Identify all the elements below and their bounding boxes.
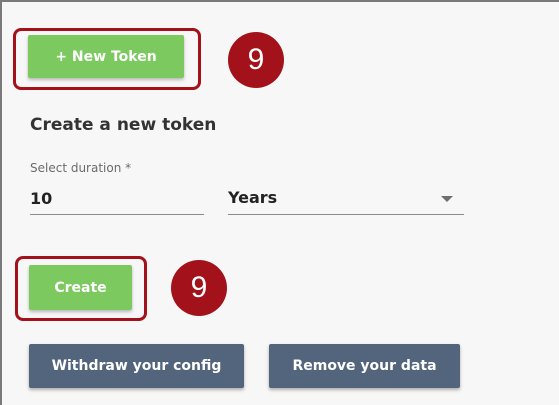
frame-left-border bbox=[0, 0, 2, 405]
remove-data-button[interactable]: Remove your data bbox=[269, 344, 460, 388]
create-token-title: Create a new token bbox=[30, 115, 217, 135]
frame-top-border bbox=[0, 0, 559, 2]
duration-unit-value: Years bbox=[228, 188, 278, 207]
duration-label: Select duration * bbox=[30, 161, 132, 175]
step-badge: 9 bbox=[228, 32, 284, 88]
duration-unit-select[interactable]: Years bbox=[228, 183, 464, 215]
highlight-box-create bbox=[15, 256, 147, 321]
duration-input[interactable] bbox=[30, 183, 204, 215]
highlight-box-new-token bbox=[13, 28, 201, 90]
step-badge: 9 bbox=[171, 260, 227, 316]
chevron-down-icon bbox=[441, 196, 453, 202]
withdraw-config-button[interactable]: Withdraw your config bbox=[29, 344, 244, 388]
